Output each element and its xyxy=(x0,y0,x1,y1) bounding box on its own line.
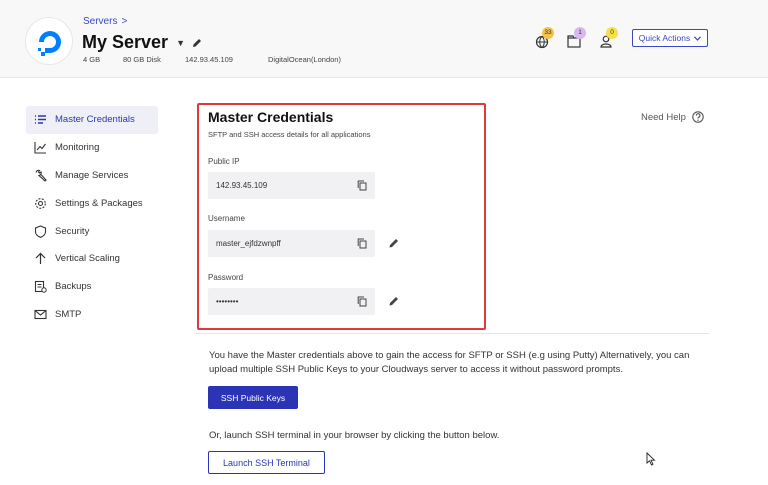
sidebar-item-smtp[interactable]: SMTP xyxy=(26,301,158,329)
password-value: •••••••• xyxy=(216,297,239,306)
mouse-cursor-icon xyxy=(646,452,656,466)
chevron-down-icon xyxy=(694,35,702,41)
mail-icon xyxy=(34,309,47,320)
quick-actions-button[interactable]: Quick Actions xyxy=(632,29,708,47)
sidebar-item-master-credentials[interactable]: Master Credentials xyxy=(26,106,158,134)
users-count-badge: 0 xyxy=(606,27,618,39)
sidebar-item-label: Vertical Scaling xyxy=(55,253,120,265)
server-name: My Server xyxy=(82,32,169,52)
copy-icon[interactable] xyxy=(357,238,367,249)
breadcrumb[interactable]: Servers > xyxy=(83,16,127,27)
sidebar-item-manage-services[interactable]: Manage Services xyxy=(26,162,158,190)
sidebar-item-monitoring[interactable]: Monitoring xyxy=(26,134,158,162)
breadcrumb-servers-link[interactable]: Servers xyxy=(83,16,117,27)
copy-icon[interactable] xyxy=(357,296,367,307)
server-disk: 80 GB Disk xyxy=(123,55,161,64)
rename-server-pencil-icon[interactable] xyxy=(191,37,203,49)
backup-icon xyxy=(34,281,47,293)
sidebar-item-label: Backups xyxy=(55,281,92,293)
username-field[interactable]: master_ejfdzwnpff xyxy=(208,230,375,257)
need-help-label: Need Help xyxy=(641,111,686,123)
wrench-icon xyxy=(35,169,47,182)
edit-username-pencil-icon[interactable] xyxy=(388,237,400,249)
server-ip: 142.93.45.109 xyxy=(185,55,233,64)
ssh-terminal-text: Or, launch SSH terminal in your browser … xyxy=(209,430,500,441)
sidebar: Master Credentials Monitoring Manage Ser… xyxy=(26,106,158,328)
quick-actions-label: Quick Actions xyxy=(638,33,691,43)
sidebar-item-label: Monitoring xyxy=(55,142,100,154)
edit-password-pencil-icon[interactable] xyxy=(388,295,400,307)
sidebar-item-label: Master Credentials xyxy=(55,114,135,126)
list-icon xyxy=(35,115,46,125)
gear-icon xyxy=(35,197,46,209)
server-provider: DigitalOcean(London) xyxy=(268,55,341,64)
need-help-link[interactable]: Need Help xyxy=(641,111,704,123)
server-header: Servers > My Server ▼ 4 GB 80 GB Disk 14… xyxy=(0,0,768,78)
notifications-count-badge: 33 xyxy=(542,27,554,39)
launch-ssh-terminal-button[interactable]: Launch SSH Terminal xyxy=(208,451,325,474)
digitalocean-logo-icon xyxy=(25,17,73,65)
shield-icon xyxy=(34,224,47,238)
username-value: master_ejfdzwnpff xyxy=(216,239,281,248)
page-title: Master Credentials xyxy=(208,109,334,125)
sidebar-item-settings-packages[interactable]: Settings & Packages xyxy=(26,189,158,217)
breadcrumb-chevron-icon: > xyxy=(121,16,128,27)
sidebar-item-vertical-scaling[interactable]: Vertical Scaling xyxy=(26,245,158,273)
server-title: My Server ▼ xyxy=(82,32,203,53)
public-ip-field[interactable]: 142.93.45.109 xyxy=(208,172,375,199)
password-label: Password xyxy=(208,273,244,282)
help-circle-icon xyxy=(692,111,704,123)
arrow-up-icon xyxy=(35,253,46,265)
page-subtitle: SFTP and SSH access details for all appl… xyxy=(208,130,371,139)
server-switch-chevron-down-icon[interactable]: ▼ xyxy=(176,38,185,48)
public-ip-value: 142.93.45.109 xyxy=(216,181,268,190)
password-field[interactable]: •••••••• xyxy=(208,288,375,315)
sidebar-item-security[interactable]: Security xyxy=(26,217,158,245)
ssh-public-keys-button[interactable]: SSH Public Keys xyxy=(208,386,298,409)
sidebar-item-backups[interactable]: Backups xyxy=(26,273,158,301)
copy-icon[interactable] xyxy=(357,180,367,191)
server-ram: 4 GB xyxy=(83,55,101,64)
sidebar-item-label: Security xyxy=(55,225,90,237)
sidebar-item-label: Manage Services xyxy=(55,169,129,181)
server-meta: 4 GB 80 GB Disk 142.93.45.109 DigitalOce… xyxy=(83,55,341,64)
chart-line-icon xyxy=(34,142,46,154)
sidebar-item-label: SMTP xyxy=(55,308,82,320)
projects-count-badge: 1 xyxy=(574,27,586,39)
sidebar-item-label: Settings & Packages xyxy=(55,197,143,209)
ssh-info-text: You have the Master credentials above to… xyxy=(209,350,690,375)
public-ip-label: Public IP xyxy=(208,157,240,166)
username-label: Username xyxy=(208,214,245,223)
section-divider xyxy=(196,333,709,334)
